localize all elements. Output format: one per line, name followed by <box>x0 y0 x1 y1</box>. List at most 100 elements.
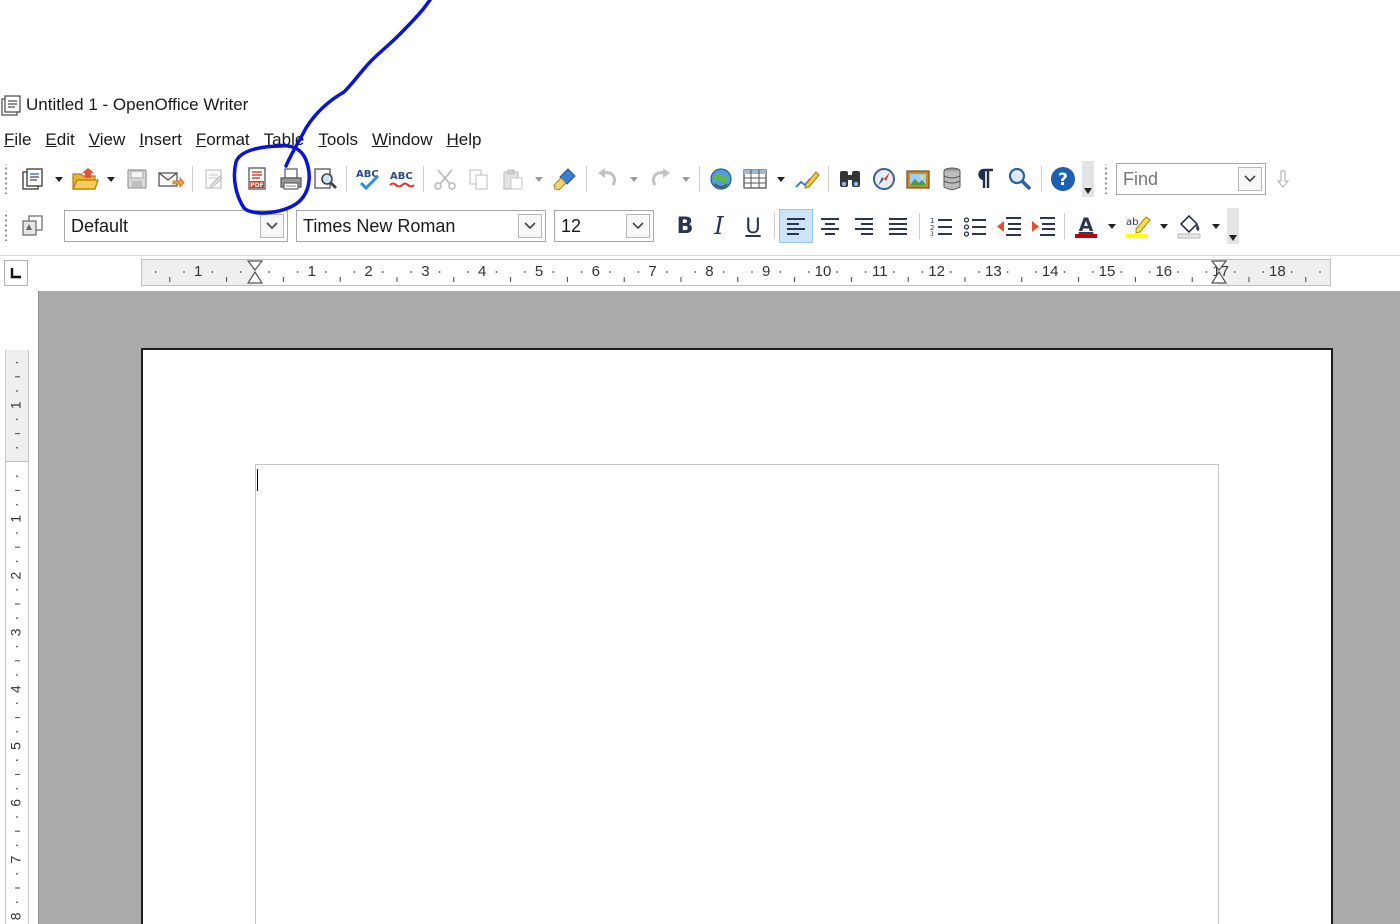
italic-button[interactable]: I <box>702 209 736 243</box>
ruler-label: 1 <box>308 263 316 280</box>
find-replace-button[interactable] <box>833 162 867 196</box>
background-color-dropdown[interactable] <box>1207 209 1225 243</box>
ruler-dot <box>438 271 441 273</box>
page-preview-button[interactable] <box>308 162 342 196</box>
vertical-ruler[interactable]: 1 1 2 3 4 5 6 7 8 <box>5 350 29 924</box>
ruler-dot <box>1035 271 1037 273</box>
numbering-button[interactable]: 1 2 3 <box>924 209 958 243</box>
spellcheck-button[interactable]: ABC <box>351 162 385 196</box>
bold-button[interactable]: B <box>668 209 702 243</box>
undo-dropdown[interactable] <box>625 162 643 196</box>
copy-button[interactable] <box>462 162 496 196</box>
new-document-button[interactable] <box>16 162 50 196</box>
save-button[interactable] <box>120 162 154 196</box>
undo-button[interactable] <box>591 162 625 196</box>
print-button[interactable] <box>274 162 308 196</box>
draw-functions-button[interactable] <box>790 162 824 196</box>
ruler-dot <box>296 271 299 273</box>
font-size-select[interactable]: 12 <box>554 210 654 242</box>
paragraph-style-dropdown[interactable] <box>260 214 284 238</box>
align-center-button[interactable] <box>813 209 847 243</box>
text-area[interactable] <box>255 464 1219 924</box>
font-color-dropdown[interactable] <box>1103 209 1121 243</box>
font-size-dropdown[interactable] <box>626 214 650 238</box>
background-color-button[interactable] <box>1173 209 1207 243</box>
highlighting-button[interactable]: ab <box>1121 209 1155 243</box>
redo-button[interactable] <box>643 162 677 196</box>
ruler-dot <box>893 271 895 273</box>
document-workspace[interactable] <box>38 291 1400 924</box>
formatting-marks-button[interactable] <box>969 162 1003 196</box>
left-tab-icon <box>10 268 21 279</box>
toolbar-grip[interactable] <box>2 211 10 241</box>
ruler-label: 4 <box>478 263 486 280</box>
edit-file-button[interactable] <box>197 162 231 196</box>
highlighting-dropdown[interactable] <box>1155 209 1173 243</box>
open-dropdown[interactable] <box>102 162 120 196</box>
ruler-dot <box>16 560 18 563</box>
writer-app-icon <box>1 95 21 116</box>
underline-button[interactable]: U <box>736 209 770 243</box>
menu-file[interactable]: File <box>0 130 38 150</box>
toolbar-separator <box>586 166 587 192</box>
find-next-button[interactable] <box>1274 162 1292 196</box>
justify-button[interactable] <box>881 209 915 243</box>
menu-tools[interactable]: Tools <box>314 130 365 150</box>
font-color-button[interactable]: A <box>1069 209 1103 243</box>
menu-insert[interactable]: Insert <box>135 130 189 150</box>
caret-down-icon <box>682 177 690 182</box>
menu-view[interactable]: View <box>85 130 133 150</box>
table-dropdown[interactable] <box>772 162 790 196</box>
bullets-button[interactable] <box>958 209 992 243</box>
align-right-button[interactable] <box>847 209 881 243</box>
menu-window[interactable]: Window <box>368 130 439 150</box>
menu-table[interactable]: Table <box>260 130 312 150</box>
paste-dropdown[interactable] <box>530 162 548 196</box>
table-button[interactable] <box>738 162 772 196</box>
cut-button[interactable] <box>428 162 462 196</box>
help-button[interactable]: ? <box>1046 162 1080 196</box>
navigator-button[interactable] <box>867 162 901 196</box>
gallery-button[interactable] <box>901 162 935 196</box>
svg-text:ab: ab <box>1126 217 1138 228</box>
increase-indent-button[interactable] <box>1026 209 1060 243</box>
toolbar-grip[interactable] <box>2 164 10 194</box>
find-input[interactable]: Find <box>1116 163 1266 195</box>
menu-help[interactable]: Help <box>442 130 488 150</box>
toolbar-overflow-button[interactable] <box>1082 161 1094 197</box>
font-size-value: 12 <box>561 215 582 236</box>
open-button[interactable] <box>68 162 102 196</box>
document-page[interactable] <box>141 348 1333 924</box>
horizontal-ruler[interactable]: 1 1 2 3 4 5 6 7 8 9 10 11 12 13 14 15 16 17 18 <box>141 259 1331 286</box>
find-dropdown-button[interactable] <box>1238 167 1262 191</box>
ruler-dot <box>183 271 185 273</box>
export-pdf-button[interactable]: PDF <box>240 162 274 196</box>
font-name-select[interactable]: Times New Roman <box>296 210 546 242</box>
hyperlink-button[interactable] <box>704 162 738 196</box>
tab-stop-selector[interactable] <box>4 260 28 286</box>
new-document-dropdown[interactable] <box>50 162 68 196</box>
autospellcheck-button[interactable]: ABC <box>385 162 419 196</box>
ruler-label: 8 <box>8 912 24 920</box>
window-title: Untitled 1 - OpenOffice Writer <box>26 95 249 114</box>
styles-formatting-button[interactable] <box>16 209 50 243</box>
ruler-dot <box>552 271 555 273</box>
menu-format[interactable]: Format <box>192 130 257 150</box>
paragraph-style-select[interactable]: Default <box>64 210 288 242</box>
caret-down-icon <box>1084 188 1092 194</box>
clone-formatting-button[interactable] <box>548 162 582 196</box>
toolbar-overflow-button[interactable] <box>1227 208 1239 244</box>
horizontal-ruler-scale: 1 1 2 3 4 5 6 7 8 9 10 11 12 13 14 15 16 17 18 <box>154 260 1321 284</box>
paste-button[interactable] <box>496 162 530 196</box>
ruler-dot <box>523 271 526 273</box>
chevron-down-icon <box>632 222 644 230</box>
align-left-button[interactable] <box>779 209 813 243</box>
menu-edit[interactable]: Edit <box>41 130 81 150</box>
redo-dropdown[interactable] <box>677 162 695 196</box>
font-name-dropdown[interactable] <box>518 214 542 238</box>
decrease-indent-button[interactable] <box>992 209 1026 243</box>
data-sources-button[interactable] <box>935 162 969 196</box>
toolbar-grip[interactable] <box>1102 164 1110 194</box>
zoom-button[interactable] <box>1003 162 1037 196</box>
email-button[interactable] <box>154 162 188 196</box>
